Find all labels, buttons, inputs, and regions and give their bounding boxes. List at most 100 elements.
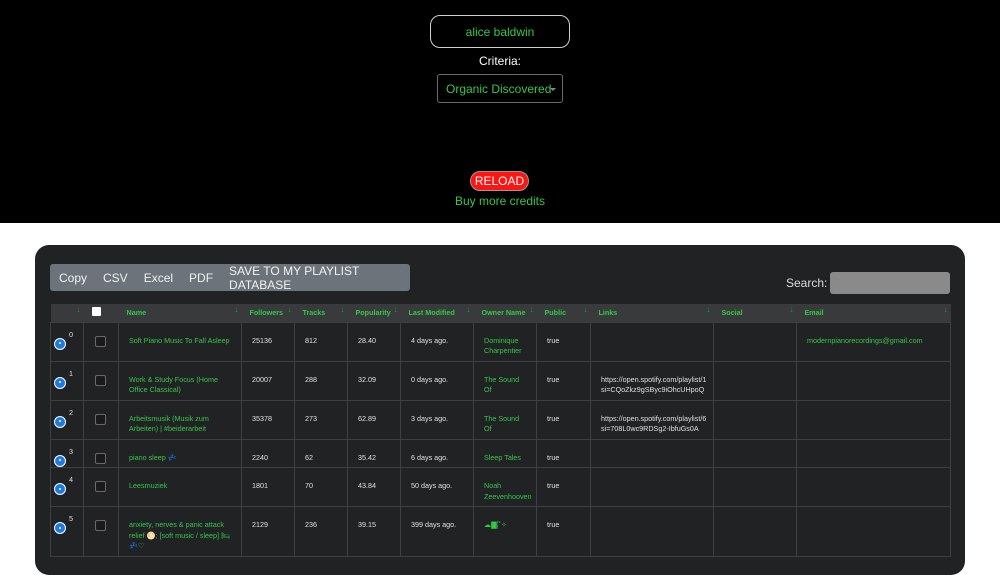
criteria-select[interactable]: Organic Discovered	[437, 74, 563, 103]
table-row[interactable]: 0 Soft Piano Music To Fall Asleep 25136 812…	[50, 321, 951, 362]
column-header-social[interactable]: Social ↓	[714, 304, 797, 322]
copy-button[interactable]: Copy	[50, 271, 95, 285]
select-cell[interactable]	[83, 467, 119, 507]
reload-button[interactable]: RELOAD	[470, 171, 529, 191]
playlist-name[interactable]: Work & Study Focus (Home Office Classica…	[118, 360, 242, 401]
column-header-email[interactable]: Email ↓	[797, 304, 951, 322]
buy-credits-link[interactable]: Buy more credits	[0, 194, 1000, 208]
expand-row-icon[interactable]	[54, 337, 66, 350]
playlist-link[interactable]	[590, 438, 714, 468]
expand-cell[interactable]: 0	[50, 321, 84, 362]
column-header-public[interactable]: Public ↓	[537, 304, 591, 322]
column-header-last-modified[interactable]: Last Modified ↓	[401, 304, 474, 322]
last-modified-value: 399 days ago.	[400, 506, 474, 557]
social-value	[713, 360, 797, 401]
owner-name[interactable]: Noah Zeevenhooven	[473, 467, 537, 507]
row-index: 2	[69, 407, 73, 417]
link-line-1: https://open.spotify.com/playlist/6	[601, 413, 707, 423]
playlist-name[interactable]: anxiety, nerves & panic attack relief 🌕;…	[118, 506, 242, 557]
row-checkbox[interactable]	[95, 374, 106, 386]
select-all-checkbox[interactable]	[91, 307, 101, 317]
tracks-value: 812	[294, 321, 348, 362]
table-row[interactable]: 1 Work & Study Focus (Home Office Classic…	[50, 360, 951, 401]
followers-value: 2240	[241, 438, 295, 468]
social-value	[713, 399, 797, 440]
followers-value: 35378	[241, 399, 295, 440]
row-index: 0	[69, 329, 73, 339]
playlist-name[interactable]: Arbeitsmusik (Musik zum Arbeiten) | #bei…	[118, 399, 242, 440]
expand-row-icon[interactable]	[54, 454, 66, 467]
expand-cell[interactable]: 5	[50, 506, 84, 557]
owner-name[interactable]: ☁▇⸽˚✧	[473, 506, 537, 557]
expand-cell[interactable]: 4	[50, 467, 84, 507]
owner-name[interactable]: Dominique Charpentier	[473, 321, 537, 362]
sort-icon: ↓	[529, 305, 534, 314]
column-header-followers[interactable]: Followers ↓	[242, 304, 295, 322]
header-section: alice baldwin Criteria: Organic Discover…	[0, 0, 1000, 223]
table-row[interactable]: 4 Leesmuziek 1801 70 43.84 50 days ago. Noah Z…	[50, 467, 951, 507]
owner-name[interactable]: The Sound Of	[473, 399, 537, 440]
public-value: true	[536, 399, 591, 440]
column-header-tracks[interactable]: Tracks ↓	[295, 304, 348, 322]
email-value[interactable]	[796, 467, 951, 507]
popularity-value: 32.09	[347, 360, 401, 401]
select-cell[interactable]	[83, 506, 119, 557]
tracks-value: 236	[294, 506, 348, 557]
playlist-name[interactable]: Leesmuziek	[118, 467, 242, 507]
expand-row-icon[interactable]	[54, 376, 66, 389]
csv-button[interactable]: CSV	[95, 271, 136, 285]
followers-value: 25136	[241, 321, 295, 362]
email-value[interactable]	[796, 399, 951, 440]
playlist-link[interactable]	[590, 506, 714, 557]
column-header-select[interactable]	[84, 304, 119, 322]
column-header-owner-name[interactable]: Owner Name ↓	[474, 304, 537, 322]
expand-row-icon[interactable]	[54, 415, 66, 428]
sort-icon: ↓	[706, 305, 711, 314]
tracks-value: 288	[294, 360, 348, 401]
column-header-expand[interactable]: ↓	[51, 304, 84, 322]
expand-cell[interactable]: 1	[50, 360, 84, 401]
table-row[interactable]: 5 anxiety, nerves & panic attack relief 🌕…	[50, 506, 951, 557]
column-header-popularity[interactable]: Popularity ↓	[348, 304, 401, 322]
search-input[interactable]	[830, 272, 950, 294]
row-checkbox[interactable]	[95, 481, 106, 492]
select-cell[interactable]	[83, 399, 119, 440]
row-checkbox[interactable]	[95, 335, 106, 347]
sort-icon: ↓	[76, 305, 81, 314]
column-header-name[interactable]: Name ↓	[119, 304, 242, 322]
popularity-value: 62.89	[347, 399, 401, 440]
user-name-box[interactable]: alice baldwin	[430, 15, 570, 48]
expand-row-icon[interactable]	[54, 522, 66, 534]
email-value[interactable]	[796, 506, 951, 557]
select-cell[interactable]	[83, 360, 119, 401]
social-value	[713, 321, 797, 362]
playlist-link[interactable]	[590, 467, 714, 507]
email-value[interactable]: modernpianorecordings@gmail.com	[796, 321, 951, 362]
public-value: true	[536, 506, 591, 557]
pdf-button[interactable]: PDF	[181, 271, 221, 285]
owner-name[interactable]: Sleep Tales	[473, 438, 537, 468]
table-row[interactable]: 2 Arbeitsmusik (Musik zum Arbeiten) | #be…	[50, 399, 951, 440]
row-checkbox[interactable]	[95, 520, 106, 531]
table-row[interactable]: 3 piano sleep 💤 2240 62 35.42 6 days ago. Slee…	[50, 438, 951, 468]
owner-name[interactable]: The Sound Of	[473, 360, 537, 401]
playlist-name[interactable]: Soft Piano Music To Fall Asleep	[118, 321, 242, 362]
expand-row-icon[interactable]	[54, 483, 66, 495]
excel-button[interactable]: Excel	[136, 271, 181, 285]
column-header-links[interactable]: Links ↓	[591, 304, 714, 322]
select-cell[interactable]	[83, 438, 119, 468]
expand-cell[interactable]: 2	[50, 399, 84, 440]
email-value[interactable]	[796, 438, 951, 468]
row-checkbox[interactable]	[95, 413, 106, 425]
sort-icon: ↓	[943, 305, 948, 314]
playlist-link[interactable]: https://open.spotify.com/playlist/6 si=70…	[590, 399, 714, 440]
select-cell[interactable]	[83, 321, 119, 362]
expand-cell[interactable]: 3	[50, 438, 84, 468]
playlist-link[interactable]	[590, 321, 714, 362]
save-to-database-button[interactable]: SAVE TO MY PLAYLIST DATABASE	[221, 264, 410, 292]
playlist-link[interactable]: https://open.spotify.com/playlist/1 si=CQ…	[590, 360, 714, 401]
row-checkbox[interactable]	[95, 452, 106, 464]
row-index: 3	[69, 446, 73, 456]
email-value[interactable]	[796, 360, 951, 401]
playlist-name[interactable]: piano sleep 💤	[118, 438, 242, 468]
